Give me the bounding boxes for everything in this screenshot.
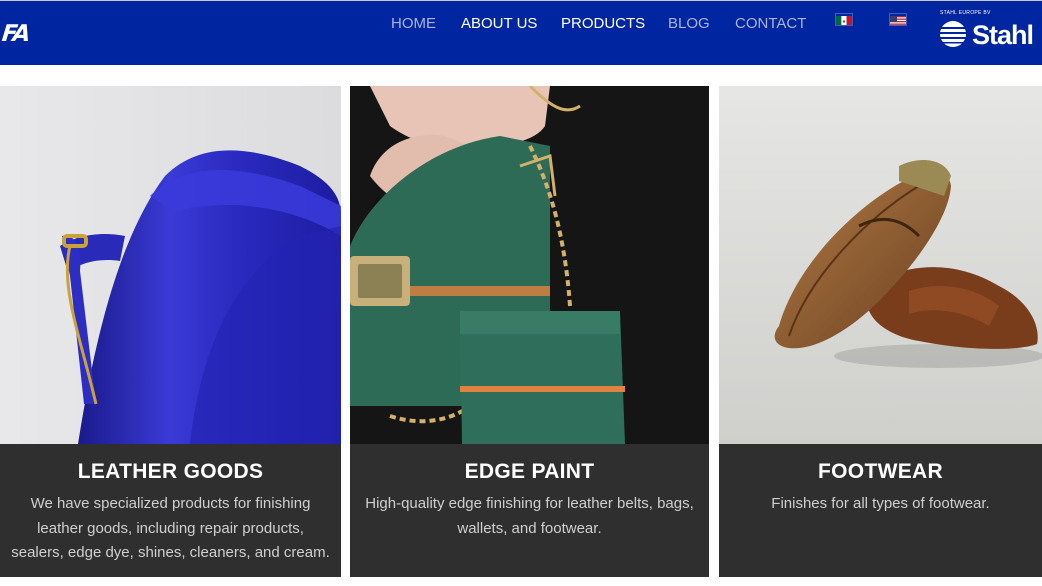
card-title: FOOTWEAR [818, 460, 943, 483]
product-cards: LEATHER GOODS We have specialized produc… [0, 86, 1042, 586]
nav-products[interactable]: PRODUCTS [561, 15, 645, 32]
card-footwear[interactable]: FOOTWEAR Finishes for all types of footw… [719, 86, 1042, 577]
card-description: We have specialized products for finishi… [0, 492, 341, 566]
site-logo[interactable]: FA [0, 21, 30, 47]
blue-leather-bag-image [0, 86, 341, 444]
mexico-flag-icon[interactable] [836, 14, 852, 25]
card-description-line: sealers, edge dye, shines, cleaners, and… [11, 544, 330, 561]
usa-flag-icon[interactable] [890, 14, 906, 25]
card-description: Finishes for all types of footwear. [719, 492, 1042, 517]
card-description-line: High-quality edge finishing for leather … [365, 495, 694, 512]
nav-contact[interactable]: CONTACT [735, 15, 806, 32]
brown-shoes-image [719, 86, 1042, 444]
top-navbar: FA HOME ABOUT US PRODUCTS BLOG CONTACT S… [0, 0, 1042, 65]
card-description-line: We have specialized products for finishi… [30, 495, 311, 512]
card-title: EDGE PAINT [464, 460, 595, 483]
card-edge-paint[interactable]: EDGE PAINT High-quality edge finishing f… [350, 86, 709, 577]
card-description-line: Finishes for all types of footwear. [771, 495, 990, 512]
card-leather-goods[interactable]: LEATHER GOODS We have specialized produc… [0, 86, 341, 577]
card-title: LEATHER GOODS [77, 460, 264, 483]
nav-blog[interactable]: BLOG [668, 15, 710, 32]
nav-home[interactable]: HOME [391, 15, 436, 32]
brand-name: Stahl [972, 20, 1034, 50]
stahl-globe-icon [939, 21, 967, 47]
stahl-brand-logo[interactable]: STAHL EUROPE BV Stahl [938, 10, 1034, 52]
nav-about-us[interactable]: ABOUT US [461, 15, 537, 32]
card-description-line: leather goods, including repair products… [37, 519, 304, 537]
card-description: High-quality edge finishing for leather … [350, 492, 709, 541]
card-description-line: wallets, and footwear. [457, 519, 602, 537]
logo-text: FA [0, 21, 30, 47]
green-handbag-image [350, 86, 709, 444]
brand-small-text: STAHL EUROPE BV [940, 10, 991, 16]
